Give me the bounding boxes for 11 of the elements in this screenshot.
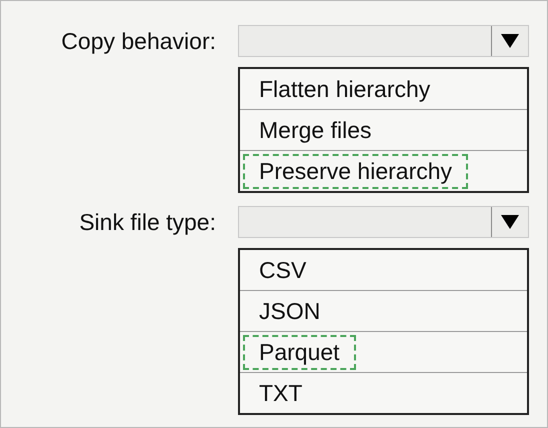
list-option[interactable]: CSV [243,252,322,288]
dropdown-arrow-icon[interactable] [500,214,520,230]
field-label: Copy behavior: [60,28,216,54]
list-option[interactable]: TXT [243,376,318,410]
list-option[interactable]: Preserve hierarchy [243,154,468,188]
list-option[interactable]: Merge files [243,112,388,148]
list-option[interactable]: JSON [243,294,336,328]
list-option[interactable]: Parquet [243,334,356,370]
list-option[interactable]: Flatten hierarchy [243,72,446,106]
field-label: Sink file type: [78,208,216,236]
dropdown-arrow-icon[interactable] [500,33,520,49]
